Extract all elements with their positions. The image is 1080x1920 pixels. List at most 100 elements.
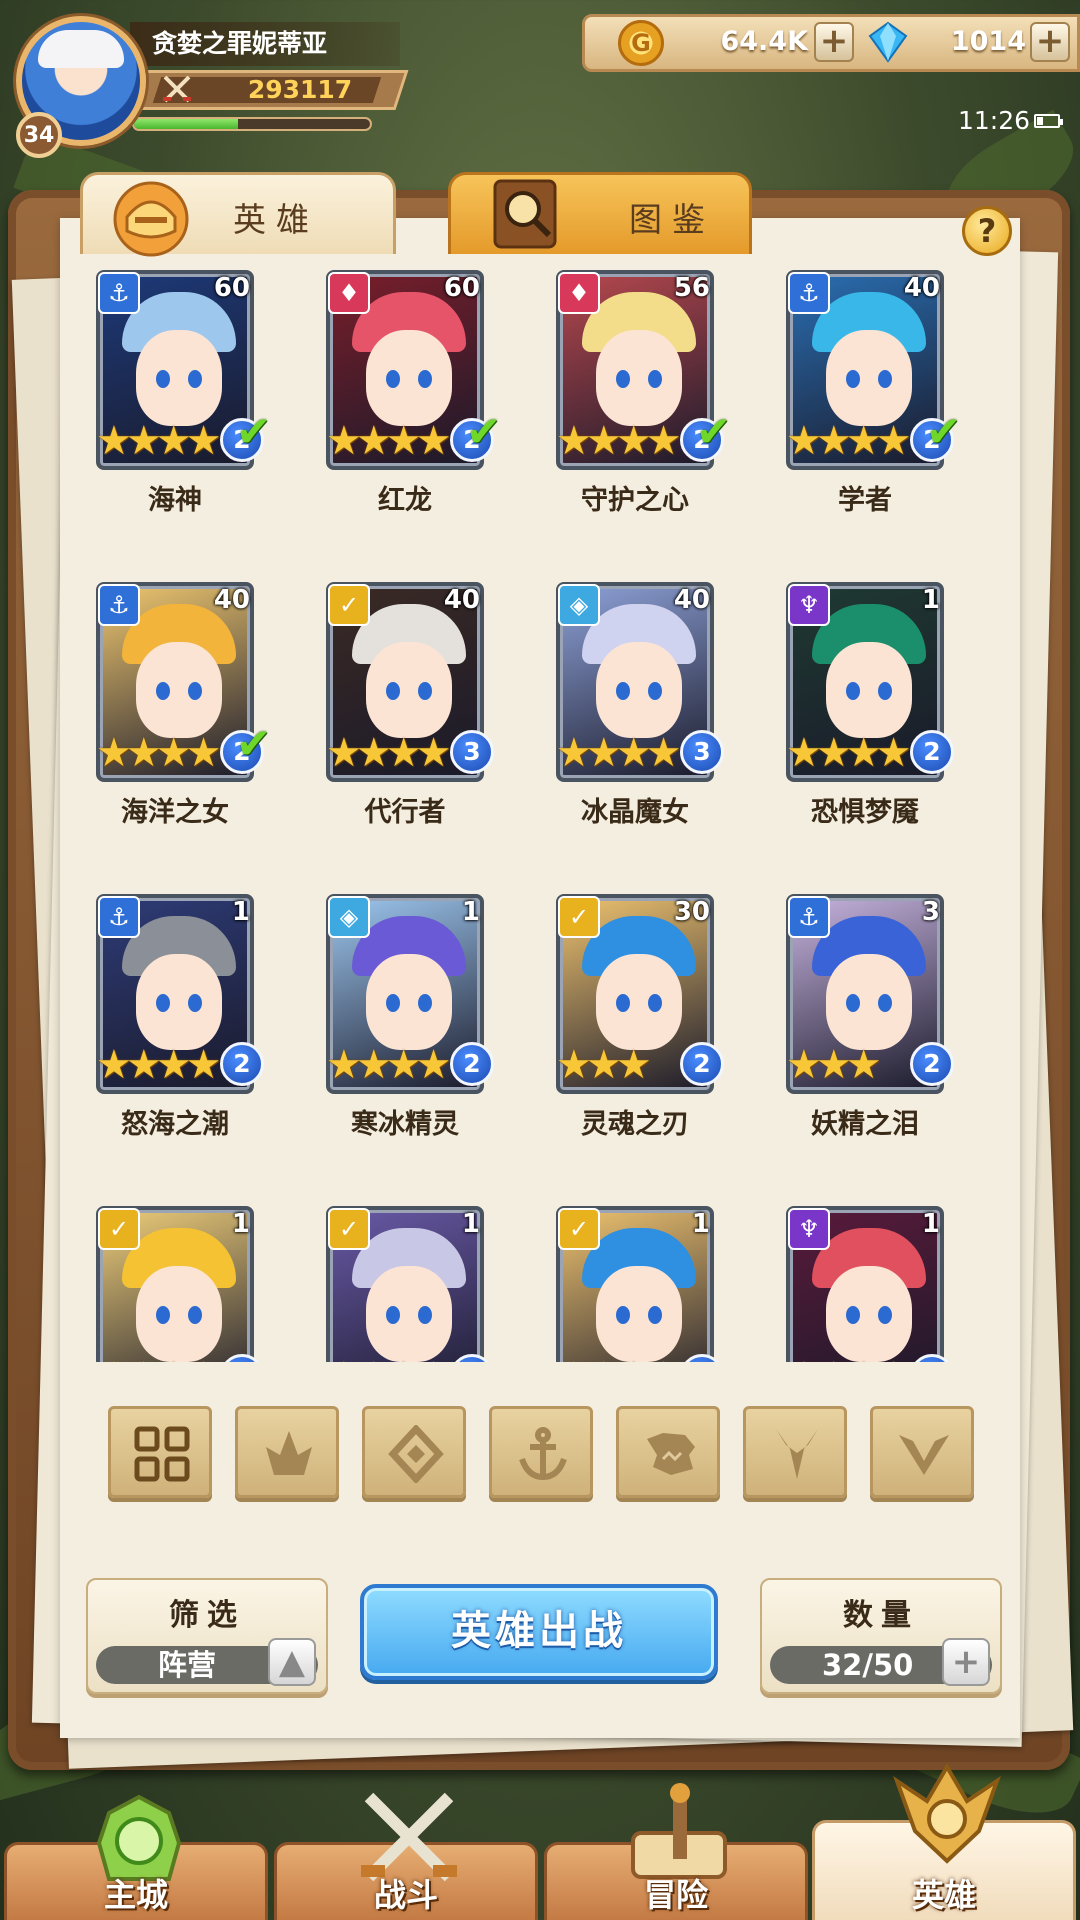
hero-card[interactable]: ⚓ 1 ★★★★ 2 怒海之潮 <box>60 886 290 1186</box>
beast-head-icon <box>647 1433 695 1475</box>
hero-eye <box>846 682 860 700</box>
expand-hero-capacity-button[interactable]: + <box>942 1638 990 1686</box>
hero-eye <box>648 1306 662 1324</box>
hero-eye <box>846 370 860 388</box>
hero-eye <box>188 682 202 700</box>
hero-rank-badge: 3 <box>680 730 724 774</box>
magnifier-book-icon <box>493 179 557 249</box>
hero-eye <box>648 994 662 1012</box>
hero-card[interactable]: ✓ 1 ★★★★ 2 <box>60 1198 290 1362</box>
hero-star-rating: ★★★★ <box>96 730 221 776</box>
hero-eye <box>188 370 202 388</box>
hero-face <box>136 954 222 1050</box>
add-gems-button[interactable]: + <box>1030 22 1070 62</box>
hero-card[interactable]: ⚓ 3 ★★★ 2 妖精之泪 <box>750 886 980 1186</box>
add-gold-button[interactable]: + <box>814 22 854 62</box>
nav-main-city[interactable]: 主城 <box>4 1794 268 1920</box>
hero-card[interactable]: ⚓ 40 ★★★★ 2 ✔ 学者 <box>750 262 980 562</box>
hero-level: 1 <box>461 897 480 927</box>
hero-card[interactable]: ♦ 60 ★★★★ 2 ✔ 红龙 <box>290 262 520 562</box>
tab-codex[interactable]: 图鉴 <box>448 172 752 254</box>
hero-level: 1 <box>691 1209 710 1239</box>
hero-name: 冰晶魔女 <box>581 797 689 828</box>
hero-level: 60 <box>443 273 480 303</box>
demon-horns-icon <box>776 1429 818 1479</box>
nav-heroes-label: 英雄 <box>911 1876 976 1914</box>
filter-anchor-button[interactable] <box>489 1406 593 1498</box>
hero-rank-badge: 3 <box>450 730 494 774</box>
hero-face <box>366 330 452 426</box>
hero-count-panel: 数量 32/50 + <box>760 1578 1002 1694</box>
hero-card[interactable]: ♆ 1 ★★★★ 2 <box>750 1198 980 1362</box>
hero-card[interactable]: ✓ 1 ★★★★ 2 <box>290 1198 520 1362</box>
hero-eye <box>386 1306 400 1324</box>
hero-face <box>826 642 912 738</box>
filter-ice-button[interactable] <box>362 1406 466 1498</box>
hero-eye <box>156 682 170 700</box>
filter-all-button[interactable] <box>108 1406 212 1498</box>
hero-level: 40 <box>673 585 710 615</box>
player-name: 贪婪之罪妮蒂亚 <box>130 22 400 66</box>
tab-heroes[interactable]: 英雄 <box>80 172 396 257</box>
gold-coin-icon: G <box>618 20 664 66</box>
hero-card[interactable]: ✓ 30 ★★★ 2 灵魂之刃 <box>520 886 750 1186</box>
filter-light-button[interactable] <box>870 1406 974 1498</box>
hero-face <box>136 642 222 738</box>
light-faction-icon: ✓ <box>98 1208 140 1250</box>
deployed-check-icon: ✔ <box>926 407 962 456</box>
help-button[interactable]: ? <box>962 206 1012 256</box>
dark-faction-icon: ♆ <box>788 584 830 626</box>
filter-flame-button[interactable] <box>235 1406 339 1498</box>
filter-dark-button[interactable] <box>743 1406 847 1498</box>
nav-main-city-label: 主城 <box>103 1876 168 1914</box>
hero-star-rating: ★★★★ <box>96 418 221 464</box>
hero-eye <box>616 994 630 1012</box>
hero-grid[interactable]: ⚓ 60 ★★★★ 2 ✔ 海神 ♦ 60 ★★★★ 2 ✔ 红龙 ♦ 56 ★… <box>60 262 1020 1362</box>
filter-panel-title: 筛选 <box>169 1598 245 1633</box>
hero-star-rating: ★★★★ <box>96 1356 221 1362</box>
light-faction-icon: ✓ <box>558 1208 600 1250</box>
hero-name: 怒海之潮 <box>121 1109 229 1140</box>
hero-level: 60 <box>213 273 250 303</box>
player-avatar[interactable]: 34 <box>16 16 146 158</box>
anchor-faction-icon: ⚓ <box>788 896 830 938</box>
nav-battle[interactable]: 战斗 <box>274 1792 538 1920</box>
hero-eye <box>878 1306 892 1324</box>
experience-bar <box>132 117 372 131</box>
crossed-swords-icon <box>163 75 191 103</box>
hero-name: 恐惧梦魇 <box>811 797 919 828</box>
hero-eye <box>878 682 892 700</box>
hero-card[interactable]: ◈ 40 ★★★★ 3 冰晶魔女 <box>520 574 750 874</box>
anchor-faction-icon: ⚓ <box>98 584 140 626</box>
hero-eye <box>418 1306 432 1324</box>
anchor-faction-icon: ⚓ <box>98 896 140 938</box>
wing-chevron-icon <box>899 1435 949 1475</box>
deploy-heroes-button[interactable]: 英雄出战 <box>360 1584 718 1680</box>
hero-level: 40 <box>903 273 940 303</box>
tab-heroes-label: 英雄 <box>233 200 319 239</box>
hero-star-rating: ★★★★ <box>326 1042 451 1088</box>
hero-card[interactable]: ♦ 56 ★★★★ 2 ✔ 守护之心 <box>520 262 750 562</box>
hero-face <box>596 330 682 426</box>
hero-card[interactable]: ✓ 1 ★★★★ 2 <box>520 1198 750 1362</box>
hero-card[interactable]: ⚓ 60 ★★★★ 2 ✔ 海神 <box>60 262 290 562</box>
flame-faction-icon: ♦ <box>558 272 600 314</box>
hero-card[interactable]: ◈ 1 ★★★★ 2 寒冰精灵 <box>290 886 520 1186</box>
battery-icon <box>1034 114 1063 128</box>
filter-toggle-button[interactable]: ▲ <box>268 1638 316 1686</box>
hero-card[interactable]: ⚓ 40 ★★★★ 2 ✔ 海洋之女 <box>60 574 290 874</box>
hero-face <box>596 1266 682 1362</box>
hero-eye <box>156 370 170 388</box>
hero-card[interactable]: ♆ 1 ★★★★ 2 恐惧梦魇 <box>750 574 980 874</box>
hero-rank-badge: 2 <box>910 730 954 774</box>
grid-icon <box>134 1426 190 1482</box>
anchor-faction-icon: ⚓ <box>788 272 830 314</box>
hero-name: 寒冰精灵 <box>351 1109 459 1140</box>
nav-heroes[interactable]: 英雄 <box>812 1763 1076 1920</box>
hero-star-rating: ★★★★ <box>786 418 911 464</box>
hero-eye <box>386 994 400 1012</box>
filter-beast-button[interactable] <box>616 1406 720 1498</box>
nav-adventure[interactable]: 冒险 <box>544 1783 808 1920</box>
hero-crest-icon <box>893 1763 1001 1864</box>
hero-card[interactable]: ✓ 40 ★★★★ 3 代行者 <box>290 574 520 874</box>
